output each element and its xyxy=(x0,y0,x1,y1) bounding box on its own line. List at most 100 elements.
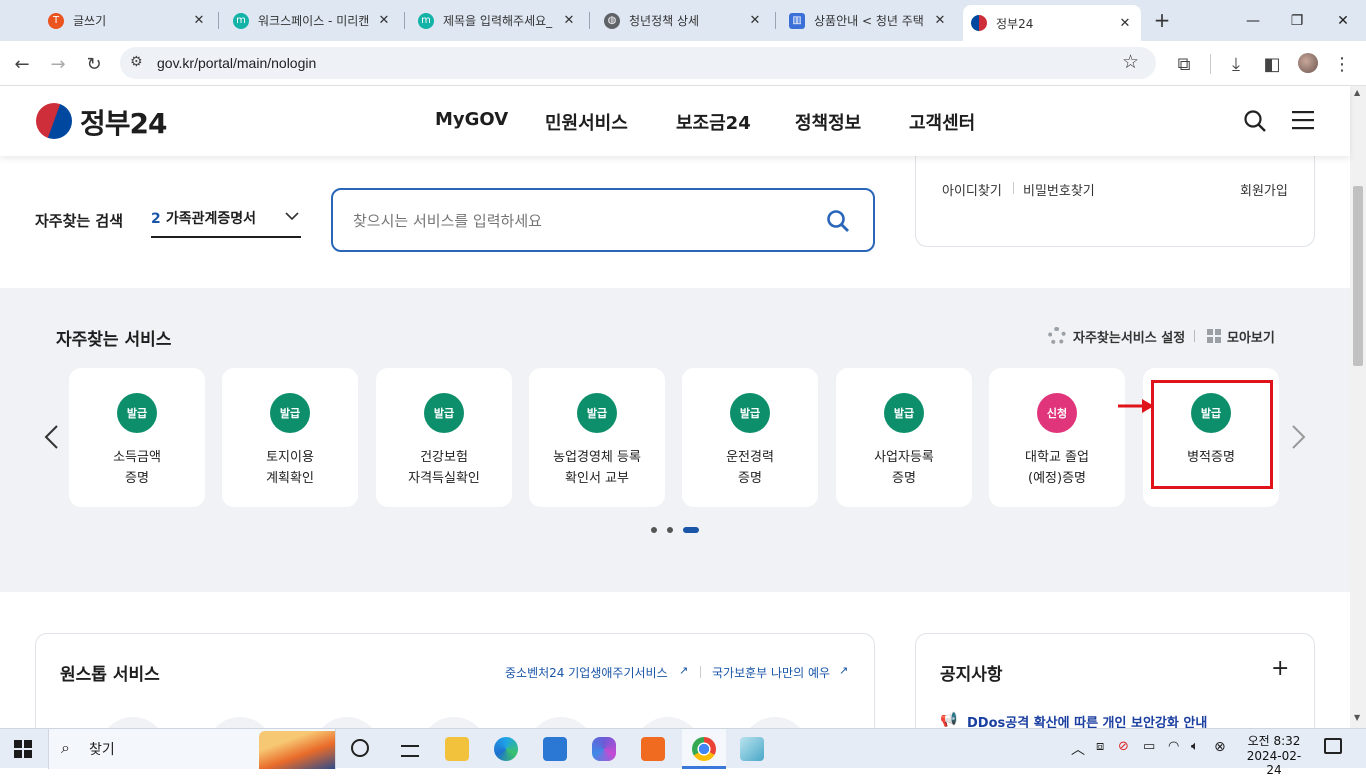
volume-icon[interactable]: 🔈︎ xyxy=(1191,739,1199,754)
battery-icon[interactable]: ▭ xyxy=(1143,739,1155,754)
onestop-person-icon[interactable] xyxy=(206,717,274,728)
task-view-icon[interactable] xyxy=(396,737,420,761)
service-label: 대학교 졸업 (예정)증명 xyxy=(1025,450,1089,486)
service-card[interactable]: 발급사업자등록 증명 xyxy=(836,368,972,507)
site-logo-text[interactable]: 정부24 xyxy=(80,102,167,142)
windows-start-icon[interactable] xyxy=(14,740,32,758)
side-panel-icon[interactable]: ◧ xyxy=(1258,50,1286,78)
security-alert-icon[interactable]: ⊘ xyxy=(1118,739,1129,754)
nav-mygov[interactable]: MyGOV xyxy=(435,109,508,130)
tab-2[interactable]: m 제목을 입력해주세요_ ✕ xyxy=(410,6,585,35)
minimize-icon[interactable]: — xyxy=(1230,0,1276,41)
tab-title: 상품안내 < 청년 주택 xyxy=(814,14,924,28)
maximize-icon[interactable]: ❐ xyxy=(1274,0,1320,41)
service-card[interactable]: 신청 대학교 졸업 (예정)증명 xyxy=(989,368,1125,507)
close-icon[interactable]: ✕ xyxy=(561,13,577,28)
gov24-logo-icon[interactable] xyxy=(36,103,72,139)
tab-3[interactable]: ◍ 청년정책 상세 ✕ xyxy=(596,6,771,35)
service-card[interactable]: 발급건강보험 자격득실확인 xyxy=(376,368,512,507)
reload-icon[interactable]: ↻ xyxy=(80,50,108,78)
mail-icon[interactable] xyxy=(543,737,567,761)
notice-panel: 공지사항 + 📢 DDos공격 확산에 따른 개인 보안강화 안내 xyxy=(915,633,1315,728)
external-link-icon: ↗ xyxy=(679,664,689,677)
page-scrollbar[interactable]: ▲ ▼ xyxy=(1350,86,1366,728)
app-fox-icon[interactable] xyxy=(641,737,665,761)
service-card[interactable]: 발급 농업경영체 등록 확인서 교부 xyxy=(529,368,665,507)
service-label: 토지이용 계획확인 xyxy=(266,450,314,486)
gov24-icon xyxy=(971,15,987,31)
nav-subsidy24[interactable]: 보조금24 xyxy=(676,109,751,135)
site-info-icon[interactable]: ⚙ xyxy=(130,54,143,70)
onestop-briefcase-icon[interactable] xyxy=(634,717,702,728)
close-icon[interactable]: ✕ xyxy=(747,13,763,28)
veterans-link[interactable]: 국가보훈부 나만의 예우 xyxy=(712,664,830,681)
megaphone-icon: 📢 xyxy=(940,712,958,728)
carousel-dot[interactable] xyxy=(651,527,657,533)
close-icon[interactable]: ✕ xyxy=(1117,16,1133,31)
tab-5-active[interactable]: 정부24 ✕ xyxy=(963,5,1141,41)
wifi-icon[interactable]: ◠ xyxy=(1168,739,1179,754)
close-icon[interactable]: ✕ xyxy=(932,13,948,28)
menu-kebab-icon[interactable]: ⋮ xyxy=(1328,50,1356,78)
taskbar-chrome-active[interactable] xyxy=(682,729,726,769)
back-icon[interactable]: ← xyxy=(8,50,36,78)
service-card[interactable]: 발급 소득금액 증명 xyxy=(69,368,205,507)
hamburger-menu-icon[interactable] xyxy=(1292,110,1314,130)
close-window-icon[interactable]: ✕ xyxy=(1320,0,1366,41)
tab-4[interactable]: ▥ 상품안내 < 청년 주택 ✕ xyxy=(781,6,956,35)
scroll-down-icon[interactable]: ▼ xyxy=(1354,713,1360,722)
tab-title: 워크스페이스 - 미리캔 xyxy=(258,14,370,28)
service-card[interactable]: 발급 토지이용 계획확인 xyxy=(222,368,358,507)
close-icon[interactable]: ✕ xyxy=(376,13,392,28)
onestop-book-icon[interactable] xyxy=(527,717,595,728)
notification-off-icon[interactable]: ⊗ xyxy=(1214,739,1226,755)
file-explorer-icon[interactable] xyxy=(445,737,469,761)
onestop-panel: 원스톱 서비스 중소벤처24 기업생애주기서비스 ↗ 국가보훈부 나만의 예우 … xyxy=(35,633,875,728)
service-badge: 발급 xyxy=(884,393,924,433)
sme-venture-link[interactable]: 중소벤처24 기업생애주기서비스 xyxy=(505,664,668,681)
nav-customer-center[interactable]: 고객센터 xyxy=(909,109,975,135)
carousel-dot-active[interactable] xyxy=(683,527,699,533)
scrollbar-thumb[interactable] xyxy=(1353,186,1363,366)
notice-item[interactable]: DDos공격 확산에 따른 개인 보안강화 안내 xyxy=(967,712,1207,728)
address-bar[interactable]: ⚙ gov.kr/portal/main/nologin ☆ xyxy=(120,47,1156,79)
notice-more-button[interactable]: + xyxy=(1271,656,1289,681)
url-text[interactable]: gov.kr/portal/main/nologin xyxy=(157,55,316,71)
nav-civil-service[interactable]: 민원서비스 xyxy=(545,109,628,135)
browser-tab-strip: T 글쓰기 ✕ m 워크스페이스 - 미리캔 ✕ m 제목을 입력해주세요_ ✕… xyxy=(0,0,1366,41)
search-icon[interactable] xyxy=(1243,109,1267,133)
download-icon[interactable]: ⤓ xyxy=(1222,50,1250,78)
tab-title: 제목을 입력해주세요_ xyxy=(443,14,553,28)
service-badge: 발급 xyxy=(424,393,464,433)
clock-time[interactable]: 오전 8:32 xyxy=(1240,732,1308,749)
highlight-box xyxy=(1151,380,1273,489)
notepad-icon[interactable] xyxy=(740,737,764,761)
onestop-heart-icon[interactable] xyxy=(420,717,488,728)
service-card[interactable]: 발급 운전경력 증명 xyxy=(682,368,818,507)
forward-icon[interactable]: → xyxy=(44,50,72,78)
service-label: 사업자등록 증명 xyxy=(874,450,934,486)
scroll-up-icon[interactable]: ▲ xyxy=(1354,88,1360,97)
action-center-icon[interactable] xyxy=(1324,738,1342,754)
tab-0[interactable]: T 글쓰기 ✕ xyxy=(40,6,215,35)
new-tab-button[interactable]: + xyxy=(1150,8,1174,32)
nav-policy-info[interactable]: 정책정보 xyxy=(795,109,861,135)
cortana-icon[interactable] xyxy=(351,739,369,757)
tistory-icon: T xyxy=(48,12,64,29)
taskbar-search-box[interactable]: ⌕ 찾기 xyxy=(48,729,336,769)
chevron-up-icon[interactable]: ︿ xyxy=(1071,739,1085,759)
service-label: 건강보험 자격득실확인 xyxy=(408,450,480,486)
copilot-icon[interactable] xyxy=(592,737,616,761)
tab-1[interactable]: m 워크스페이스 - 미리캔 ✕ xyxy=(225,6,400,35)
extensions-icon[interactable]: ⧉ xyxy=(1170,50,1198,78)
edge-icon[interactable] xyxy=(494,737,518,761)
clock-date[interactable]: 2024-02-24 xyxy=(1240,749,1308,777)
device-icon[interactable]: ⧈ xyxy=(1096,739,1104,754)
onestop-shop-icon[interactable] xyxy=(741,717,809,728)
close-icon[interactable]: ✕ xyxy=(191,13,207,28)
profile-avatar[interactable] xyxy=(1298,53,1318,73)
onestop-medal-icon[interactable] xyxy=(313,717,381,728)
onestop-home-icon[interactable] xyxy=(99,717,167,728)
carousel-dot[interactable] xyxy=(667,527,673,533)
bookmark-star-icon[interactable]: ☆ xyxy=(1122,51,1139,73)
